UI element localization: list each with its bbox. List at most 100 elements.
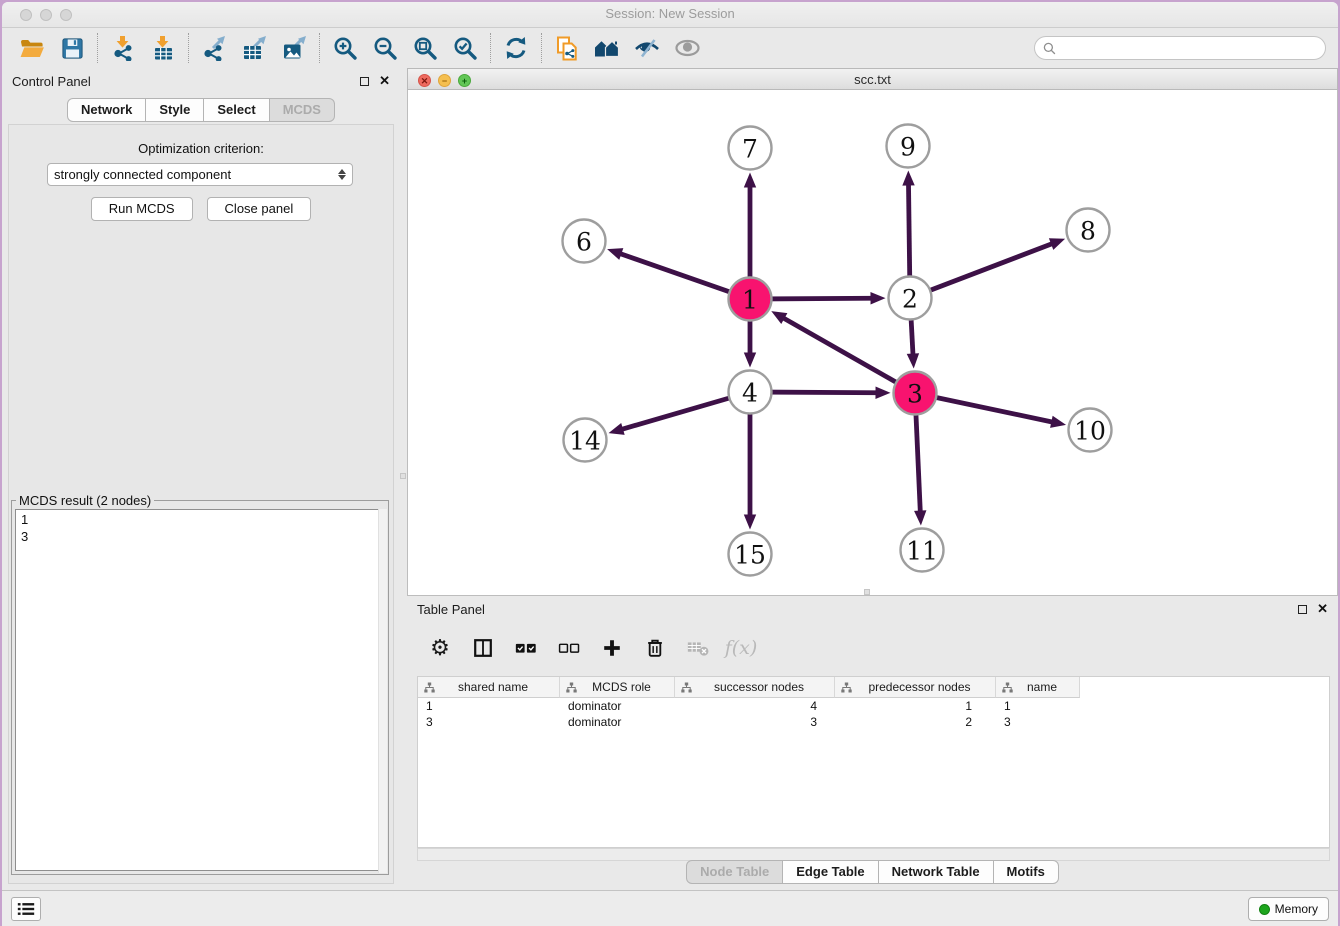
network-canvas[interactable]: 7968124314101511 bbox=[407, 90, 1338, 596]
graph-edge-2-8[interactable] bbox=[910, 243, 1053, 298]
table-cell[interactable]: 1 bbox=[835, 698, 996, 714]
zoom-selected-button[interactable] bbox=[445, 32, 485, 64]
tab-network-table[interactable]: Network Table bbox=[879, 860, 994, 884]
canvas-grip[interactable] bbox=[864, 589, 870, 595]
table-cell[interactable]: 3 bbox=[996, 714, 1080, 730]
tab-edge-table[interactable]: Edge Table bbox=[783, 860, 878, 884]
edge-arrowhead bbox=[1049, 238, 1065, 250]
control-panel-tabs: NetworkStyleSelectMCDS bbox=[2, 98, 400, 122]
main-toolbar bbox=[2, 28, 1338, 68]
close-panel-button[interactable]: Close panel bbox=[207, 197, 312, 221]
task-history-button[interactable] bbox=[11, 897, 41, 921]
table-row[interactable]: 1dominator411 bbox=[418, 698, 1329, 714]
table-panel: Table Panel ✕ ⚙ f(x) shared nameMCDS rol… bbox=[407, 596, 1338, 890]
column-header-successor-nodes[interactable]: successor nodes bbox=[675, 677, 835, 698]
open-folder-icon bbox=[19, 35, 45, 61]
sitemap-icon bbox=[1002, 682, 1013, 693]
graph-edge-3-1[interactable] bbox=[783, 318, 915, 393]
column-header-name[interactable]: name bbox=[996, 677, 1080, 698]
edge-arrowhead bbox=[902, 170, 914, 185]
edge-arrowhead bbox=[607, 248, 623, 260]
search-box[interactable] bbox=[1034, 36, 1326, 60]
node-label-11: 11 bbox=[906, 537, 938, 566]
open-session-button[interactable] bbox=[12, 32, 52, 64]
network-graph: 7968124314101511 bbox=[408, 90, 1337, 595]
node-table-header: shared nameMCDS rolesuccessor nodesprede… bbox=[418, 677, 1329, 698]
zoom-fit-icon bbox=[412, 35, 438, 61]
table-cell[interactable]: 1 bbox=[996, 698, 1080, 714]
memory-status-icon bbox=[1259, 904, 1270, 915]
home-button[interactable] bbox=[587, 32, 627, 64]
close-panel-icon[interactable]: ✕ bbox=[379, 73, 390, 89]
float-table-panel-icon[interactable] bbox=[1298, 605, 1307, 614]
delete-column-button[interactable] bbox=[638, 631, 672, 665]
tab-style[interactable]: Style bbox=[146, 98, 204, 122]
divider-grip[interactable] bbox=[400, 473, 406, 479]
tab-node-table[interactable]: Node Table bbox=[686, 860, 783, 884]
result-scrollbar[interactable] bbox=[378, 509, 387, 873]
network-window-title: scc.txt bbox=[408, 72, 1337, 87]
export-table-icon bbox=[241, 35, 267, 61]
mcds-result-title: MCDS result (2 nodes) bbox=[16, 493, 154, 508]
deselect-all-columns-button[interactable] bbox=[552, 631, 586, 665]
table-cell[interactable]: dominator bbox=[560, 714, 675, 730]
table-cell[interactable]: 1 bbox=[418, 698, 560, 714]
node-label-3: 3 bbox=[907, 380, 923, 409]
node-label-9: 9 bbox=[900, 133, 916, 162]
edge-arrowhead bbox=[870, 292, 885, 304]
table-settings-button[interactable]: ⚙ bbox=[423, 631, 457, 665]
table-cell[interactable]: 3 bbox=[418, 714, 560, 730]
export-image-button[interactable] bbox=[274, 32, 314, 64]
table-cell[interactable]: 3 bbox=[675, 714, 835, 730]
session-title: Session: New Session bbox=[2, 6, 1338, 21]
hide-graphics-button[interactable] bbox=[627, 32, 667, 64]
import-network-button[interactable] bbox=[103, 32, 143, 64]
create-column-button[interactable] bbox=[595, 631, 629, 665]
run-mcds-button[interactable]: Run MCDS bbox=[91, 197, 193, 221]
table-cell[interactable]: 2 bbox=[835, 714, 996, 730]
node-label-15: 15 bbox=[734, 541, 766, 570]
save-session-button[interactable] bbox=[52, 32, 92, 64]
tab-motifs[interactable]: Motifs bbox=[994, 860, 1059, 884]
node-label-14: 14 bbox=[569, 427, 601, 456]
zoom-fit-button[interactable] bbox=[405, 32, 445, 64]
zoom-in-icon bbox=[332, 35, 358, 61]
optimization-criterion-select[interactable]: strongly connected component bbox=[47, 163, 353, 186]
column-header-MCDS-role[interactable]: MCDS role bbox=[560, 677, 675, 698]
memory-button[interactable]: Memory bbox=[1248, 897, 1329, 921]
function-builder-button[interactable]: f(x) bbox=[724, 631, 758, 665]
show-columns-button[interactable] bbox=[466, 631, 500, 665]
export-table-button[interactable] bbox=[234, 32, 274, 64]
add-icon bbox=[601, 637, 623, 659]
float-panel-icon[interactable] bbox=[360, 77, 369, 86]
import-table-button[interactable] bbox=[143, 32, 183, 64]
control-panel-title: Control Panel bbox=[12, 74, 91, 89]
panel-divider[interactable] bbox=[400, 68, 407, 890]
column-header-shared-name[interactable]: shared name bbox=[418, 677, 560, 698]
mcds-result-text[interactable]: 1 3 bbox=[15, 509, 385, 871]
table-panel-header: Table Panel ✕ bbox=[407, 596, 1338, 622]
show-graphics-button[interactable] bbox=[667, 32, 707, 64]
zoom-out-icon bbox=[372, 35, 398, 61]
table-row[interactable]: 3dominator323 bbox=[418, 714, 1329, 730]
close-table-panel-icon[interactable]: ✕ bbox=[1317, 601, 1328, 617]
delete-table-icon bbox=[686, 637, 710, 659]
node-label-10: 10 bbox=[1074, 417, 1106, 446]
clone-network-button[interactable] bbox=[547, 32, 587, 64]
tab-network[interactable]: Network bbox=[67, 98, 146, 122]
export-network-button[interactable] bbox=[194, 32, 234, 64]
tab-select[interactable]: Select bbox=[204, 98, 269, 122]
node-label-2: 2 bbox=[902, 285, 918, 314]
column-header-predecessor-nodes[interactable]: predecessor nodes bbox=[835, 677, 996, 698]
select-all-columns-button[interactable] bbox=[509, 631, 543, 665]
refresh-button[interactable] bbox=[496, 32, 536, 64]
node-label-1: 1 bbox=[742, 286, 758, 315]
zoom-in-button[interactable] bbox=[325, 32, 365, 64]
tab-mcds[interactable]: MCDS bbox=[270, 98, 335, 122]
table-cell[interactable]: 4 bbox=[675, 698, 835, 714]
delete-table-button[interactable] bbox=[681, 631, 715, 665]
edge-arrowhead bbox=[1050, 416, 1066, 428]
zoom-out-button[interactable] bbox=[365, 32, 405, 64]
table-cell[interactable]: dominator bbox=[560, 698, 675, 714]
search-input[interactable] bbox=[1061, 38, 1325, 58]
